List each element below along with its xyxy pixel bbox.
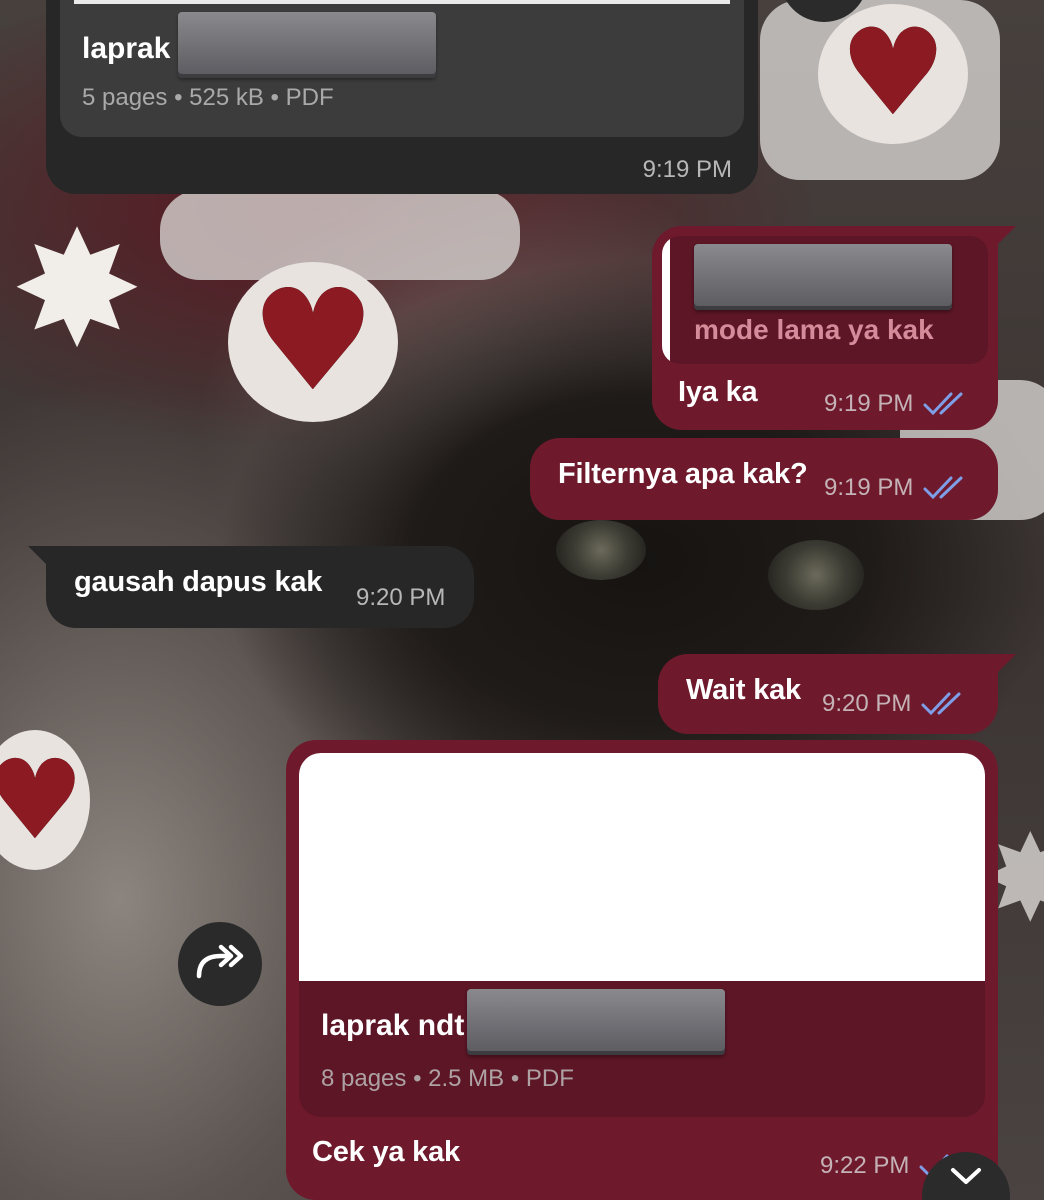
message-meta: 9:20 PM	[356, 584, 445, 612]
message-text: Wait kak	[686, 674, 801, 706]
message-bubble-outgoing-reply[interactable]: mode lama ya kak Iya ka 9:19 PM	[652, 226, 1016, 430]
message-time: 9:19 PM	[824, 474, 914, 501]
document-card[interactable]: laprak 5 pages • 525 kB • PDF	[60, 0, 744, 137]
double-check-icon	[923, 391, 969, 417]
message-meta: 9:20 PM	[822, 690, 967, 718]
message-bubble-outgoing[interactable]: Filternya apa kak? 9:19 PM	[530, 438, 998, 520]
message-time: 9:20 PM	[356, 584, 446, 611]
heart-icon: ♥	[839, 4, 947, 143]
reply-quote[interactable]: mode lama ya kak	[662, 236, 988, 364]
heart-icon: ♥	[250, 260, 376, 423]
message-caption: Cek ya kak	[312, 1136, 460, 1168]
chevron-down-icon	[949, 1166, 983, 1191]
message-text: Filternya apa kak?	[558, 458, 808, 490]
document-name: laprak	[82, 32, 171, 65]
wallpaper-heart-sticker: ♥	[0, 730, 90, 870]
document-name: laprak ndt	[321, 1009, 465, 1042]
redaction-block	[467, 989, 725, 1055]
double-check-icon	[921, 691, 967, 717]
message-time: 9:19 PM	[824, 390, 914, 417]
message-text: gausah dapus kak	[74, 566, 323, 598]
forward-button[interactable]	[178, 922, 262, 1006]
wallpaper-heart-sticker: ♥	[818, 4, 968, 144]
double-check-icon	[923, 475, 969, 501]
document-preview-edge	[74, 0, 730, 4]
message-meta: 9:19 PM	[643, 156, 732, 184]
forward-icon	[193, 942, 247, 987]
reply-quote-text: mode lama ya kak	[694, 314, 934, 345]
wallpaper-cat-eye	[768, 540, 864, 610]
message-text: Iya ka	[678, 376, 758, 408]
message-bubble-outgoing-document[interactable]: laprak ndt 8 pages • 2.5 MB • PDF Cek ya…	[286, 740, 998, 1200]
message-bubble-outgoing[interactable]: Wait kak 9:20 PM	[658, 654, 1016, 734]
message-bubble-incoming[interactable]: gausah dapus kak 9:20 PM	[28, 546, 474, 628]
document-preview	[299, 753, 985, 981]
message-time: 9:22 PM	[820, 1152, 910, 1179]
message-bubble-incoming-document[interactable]: laprak 5 pages • 525 kB • PDF 9:19 PM	[46, 0, 758, 194]
heart-icon: ♥	[0, 736, 85, 864]
redaction-block	[178, 12, 436, 78]
redaction-block	[694, 244, 952, 310]
document-info: 5 pages • 525 kB • PDF	[82, 84, 334, 111]
document-info: 8 pages • 2.5 MB • PDF	[321, 1065, 574, 1092]
message-time: 9:19 PM	[642, 156, 732, 183]
document-card[interactable]: laprak ndt 8 pages • 2.5 MB • PDF	[299, 753, 985, 1117]
star-icon: ✸	[10, 196, 145, 383]
message-time: 9:20 PM	[822, 690, 912, 717]
wallpaper-cat-eye	[556, 520, 646, 580]
message-meta: 9:19 PM	[824, 474, 969, 502]
reply-quote-bar	[662, 236, 670, 364]
message-meta: 9:19 PM	[824, 390, 969, 418]
wallpaper-heart-sticker: ♥	[228, 262, 398, 422]
